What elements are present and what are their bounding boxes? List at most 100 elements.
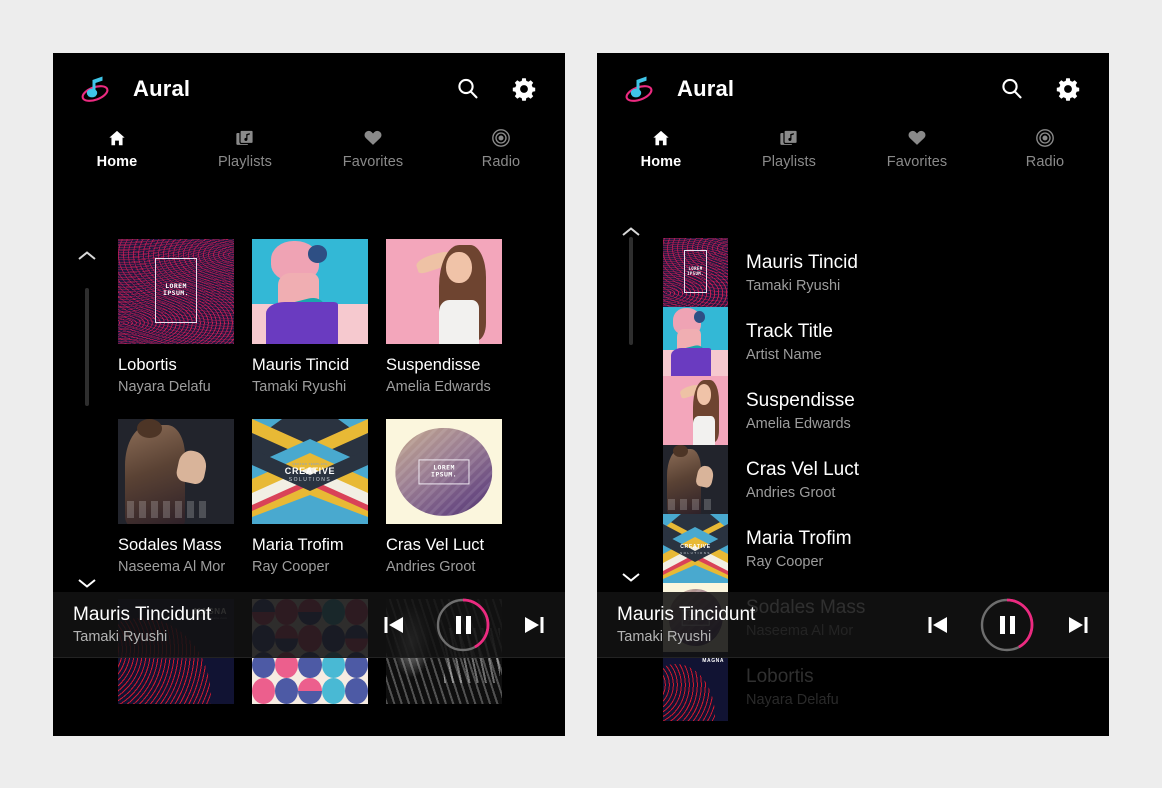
album-card[interactable]: VECTOR TEMPLATE CREATIVE SOLUTIONS Maria… [252,419,386,599]
track-artist: Artist Name [746,346,822,363]
track-thumbnail-pink-wall-portrait [663,376,728,445]
music-note-orbit-logo-icon [79,72,113,106]
chevron-down-icon[interactable] [621,570,641,588]
album-title: Mauris Tincid [252,356,350,374]
tab-home[interactable]: Home [53,125,181,179]
creative-main-label: CREATIVE [284,466,336,477]
album-card[interactable]: Sodales Mass Naseema Al Mor [118,419,252,599]
app-bar: Aural [53,53,565,125]
gear-icon[interactable] [509,74,539,104]
art-cell [344,677,368,704]
tab-playlists[interactable]: Playlists [181,125,309,179]
player-bar: Mauris Tincidunt Tamaki Ryushi [53,592,565,658]
nav-tabs: Home Playlists Favorites Radio [597,125,1109,179]
track-artist: Ray Cooper [746,553,824,570]
creative-label: VECTOR TEMPLATE CREATIVE SOLUTIONS [252,462,368,483]
tab-radio[interactable]: Radio [981,125,1109,179]
pause-icon [435,597,491,653]
home-icon [107,127,127,149]
tab-favorites[interactable]: Favorites [309,125,437,179]
skip-previous-icon[interactable] [381,612,407,638]
track-text: Maria Trofim Ray Cooper [746,528,852,570]
album-title: Cras Vel Luct [386,536,485,554]
tab-radio[interactable]: Radio [437,125,565,179]
playlist-icon [235,127,255,149]
magna-label: MAGNA [702,658,724,664]
creative-main-label: CREATIVE [680,544,711,551]
art-cell [275,677,299,704]
tab-playlists[interactable]: Playlists [725,125,853,179]
list-item[interactable]: MAGNA Lobortis Nayara Delafu [663,652,1109,721]
chevron-up-icon[interactable] [77,249,97,267]
album-art-dark-portrait [118,419,234,524]
skip-next-icon[interactable] [1065,612,1091,638]
lorem-label: LOREMIPSUM. [163,281,189,298]
album-artist: Nayara Delafu [118,379,211,395]
list-item[interactable]: Cras Vel Luct Andries Groot [663,445,1109,514]
art-shape-caption [127,500,209,518]
radio-waves-icon [491,127,511,149]
gear-icon[interactable] [1053,74,1083,104]
screenshot-stage: Aural Home Playlists Favorites Radio LOR… [0,0,1162,788]
tab-home[interactable]: Home [597,125,725,179]
tab-radio-label: Radio [1025,154,1065,170]
app-bar: Aural [597,53,1109,125]
playlist-icon [779,127,799,149]
player-track-artist: Tamaki Ryushi [73,629,168,645]
player-track-info: Mauris Tincidunt Tamaki Ryushi [73,604,211,645]
album-art-sphere-gradient: LOREM IPSUM. [386,419,502,524]
art-shape-headphone [307,245,328,264]
track-artist: Amelia Edwards [746,415,851,432]
album-card[interactable]: LOREM IPSUM. Cras Vel Luct Andries Groot [386,419,520,599]
scrollbar-thumb[interactable] [629,237,633,345]
creative-label: CREATIVE SOLUTIONS [663,540,728,555]
track-artist: Andries Groot [746,484,836,501]
art-shape-bun [673,445,688,458]
album-art-lorem-wave: LOREM IPSUM. [118,239,234,344]
track-title: Cras Vel Luct [746,458,859,480]
album-card[interactable]: Suspendisse Amelia Edwards [386,239,520,419]
art-shape-headphone [694,311,706,323]
list-item[interactable]: LOREM IPSUM. Mauris Tincid Tamaki Ryushi [663,238,1109,307]
art-cell [321,677,346,704]
pause-icon [979,597,1035,653]
play-pause-button[interactable] [979,597,1035,653]
track-title: Mauris Tincid [746,251,858,273]
scrollbar-thumb[interactable] [85,288,89,406]
art-shape-top [692,416,715,445]
skip-next-icon[interactable] [521,612,547,638]
album-card[interactable]: Mauris Tincid Tamaki Ryushi [252,239,386,419]
art-shape-face [446,251,472,284]
player-track-title: Mauris Tincidunt [73,604,212,625]
album-card[interactable]: LOREM IPSUM. Lobortis Nayara Delafu [118,239,252,419]
tab-favorites-label: Favorites [886,154,948,170]
lorem-label: LOREMIPSUM. [431,463,457,479]
art-shape-bun [136,419,163,438]
skip-previous-icon[interactable] [925,612,951,638]
album-art-pink-wall-portrait [386,239,502,344]
track-title: Suspendisse [746,389,855,411]
app-title: Aural [677,76,735,101]
list-item[interactable]: Track Title Artist Name [663,307,1109,376]
tab-home-label: Home [640,154,682,170]
tab-playlists-label: Playlists [761,154,817,170]
art-shape-skirt [265,302,338,344]
search-icon[interactable] [997,74,1027,104]
album-title: Sodales Mass [118,536,222,554]
track-text: Suspendisse Amelia Edwards [746,390,855,432]
track-text: Cras Vel Luct Andries Groot [746,459,859,501]
list-item[interactable]: CREATIVE SOLUTIONS Maria Trofim Ray Coop… [663,514,1109,583]
tab-favorites[interactable]: Favorites [853,125,981,179]
art-shape-caption [668,498,714,510]
tab-radio-label: Radio [481,154,521,170]
album-artist: Tamaki Ryushi [252,379,347,395]
lorem-frame: LOREMIPSUM. [418,458,470,485]
play-pause-button[interactable] [435,597,491,653]
radio-waves-icon [1035,127,1055,149]
list-item[interactable]: Suspendisse Amelia Edwards [663,376,1109,445]
track-text: Track Title Artist Name [746,321,833,363]
track-thumbnail-pink-hair-portrait [663,307,728,376]
search-icon[interactable] [453,74,483,104]
album-title: Lobortis [118,356,177,374]
album-art-pink-hair-portrait [252,239,368,344]
